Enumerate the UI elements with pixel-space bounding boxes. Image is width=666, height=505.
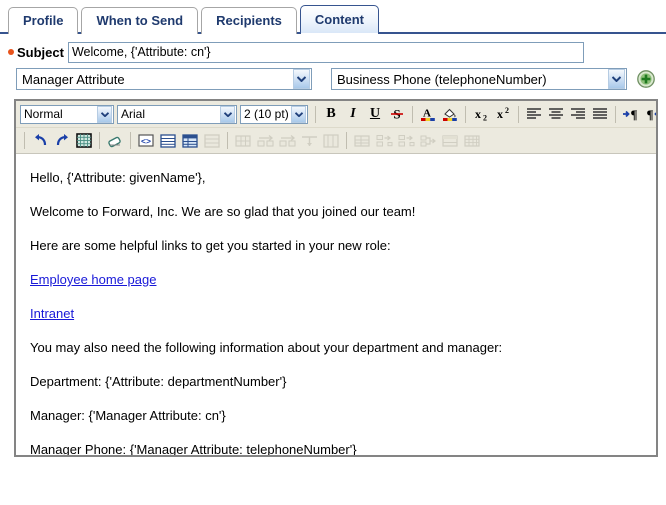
tab-recipients-label: Recipients: [216, 13, 282, 28]
subscript-button[interactable]: x 2: [470, 104, 492, 125]
split-column-button[interactable]: [417, 130, 439, 151]
content-line: Here are some helpful links to get you s…: [30, 238, 391, 253]
tab-content-label: Content: [314, 12, 364, 27]
table-row-button[interactable]: [439, 130, 461, 151]
green-plus-icon[interactable]: [637, 70, 655, 88]
content-line: Hello, {'Attribute: givenName'},: [30, 170, 206, 185]
svg-text:<>: <>: [141, 136, 151, 146]
toolbar-separator: [465, 105, 466, 123]
tab-when-to-send-label: When to Send: [96, 13, 184, 28]
delete-table-button[interactable]: [201, 130, 223, 151]
erase-formatting-button[interactable]: [104, 130, 126, 151]
intranet-link[interactable]: Intranet: [30, 306, 74, 321]
toolbar-separator: [518, 105, 519, 123]
insert-column-button[interactable]: [276, 130, 298, 151]
toolbar-row-2: <>: [16, 127, 656, 153]
align-right-button[interactable]: [567, 104, 589, 125]
tab-when-to-send[interactable]: When to Send: [81, 7, 199, 34]
tab-profile-label: Profile: [23, 13, 64, 28]
toolbar-separator: [412, 105, 413, 123]
svg-text:2: 2: [505, 106, 509, 115]
undo-button[interactable]: [29, 130, 51, 151]
toolbar-separator: [24, 132, 25, 149]
svg-text:x: x: [475, 107, 481, 121]
split-cell-button[interactable]: [320, 130, 342, 151]
italic-button[interactable]: I: [342, 104, 364, 125]
merge-cells-button[interactable]: [298, 130, 320, 151]
svg-text:¶: ¶: [646, 107, 653, 121]
attribute-source-select-value: Manager Attribute: [22, 71, 125, 87]
delete-column-button[interactable]: [395, 130, 417, 151]
attribute-field-select-value: Business Phone (telephoneNumber): [337, 71, 547, 87]
superscript-button[interactable]: x 2: [492, 104, 514, 125]
redo-button[interactable]: [51, 130, 73, 151]
content-line: Manager Phone: {'Manager Attribute: tele…: [30, 442, 357, 457]
show-grid-button[interactable]: [73, 130, 95, 151]
chevron-down-icon: [220, 105, 235, 123]
font-size-value: 2 (10 pt): [244, 107, 289, 121]
insert-table-button[interactable]: [157, 130, 179, 151]
subject-input[interactable]: [67, 41, 584, 63]
tab-profile[interactable]: Profile: [8, 7, 79, 34]
toolbar-separator: [130, 132, 131, 149]
employee-home-page-link[interactable]: Employee home page: [30, 272, 156, 287]
svg-text:¶: ¶: [630, 107, 637, 121]
text-direction-rtl-button[interactable]: ¶: [642, 104, 656, 125]
bold-button[interactable]: B: [320, 104, 342, 125]
subject-label: Subject: [17, 44, 64, 60]
source-code-button[interactable]: <>: [135, 130, 157, 151]
text-direction-ltr-button[interactable]: ¶: [620, 104, 642, 125]
tab-bar: Profile When to Send Recipients Content: [0, 0, 666, 36]
underline-button[interactable]: U: [364, 104, 386, 125]
delete-row-button[interactable]: [373, 130, 395, 151]
table-cell-button[interactable]: [461, 130, 483, 151]
rich-text-editor: Normal Arial 2 (10 pt) B I U S A x 2 x 2…: [14, 99, 658, 457]
tab-content[interactable]: Content: [299, 5, 379, 36]
editor-toolbar: Normal Arial 2 (10 pt) B I U S A x 2 x 2…: [16, 101, 656, 154]
align-justify-button[interactable]: [589, 104, 611, 125]
chevron-down-icon: [97, 105, 112, 123]
toolbar-row-1: Normal Arial 2 (10 pt) B I U S A x 2 x 2…: [16, 101, 656, 127]
paragraph-style-select[interactable]: Normal: [20, 104, 114, 124]
font-family-select[interactable]: Arial: [117, 104, 237, 124]
svg-text:x: x: [497, 107, 503, 121]
svg-text:A: A: [423, 108, 431, 120]
chevron-down-icon: [608, 69, 625, 89]
attribute-picker-row: Manager Attribute Business Phone (teleph…: [0, 64, 666, 96]
insert-row-button[interactable]: [254, 130, 276, 151]
toolbar-separator: [315, 105, 316, 123]
align-center-button[interactable]: [545, 104, 567, 125]
table-properties-button[interactable]: [179, 130, 201, 151]
tab-list: Profile When to Send Recipients Content: [8, 0, 666, 36]
cell-properties-button[interactable]: [232, 130, 254, 151]
attribute-source-select[interactable]: Manager Attribute: [16, 68, 312, 90]
paragraph-style-value: Normal: [24, 107, 63, 121]
content-line-link: Employee home page: [30, 272, 656, 287]
tab-recipients[interactable]: Recipients: [201, 7, 297, 34]
attribute-field-select[interactable]: Business Phone (telephoneNumber): [331, 68, 627, 90]
font-family-value: Arial: [121, 107, 146, 121]
font-color-button[interactable]: A: [417, 104, 439, 125]
chevron-down-icon: [291, 105, 306, 123]
highlight-color-button[interactable]: [439, 104, 461, 125]
chevron-down-icon: [293, 69, 310, 89]
content-line: Department: {'Attribute: departmentNumbe…: [30, 374, 287, 389]
editor-content-area[interactable]: Hello, {'Attribute: givenName'}, Welcome…: [16, 154, 656, 457]
content-line: Manager: {'Manager Attribute: cn'}: [30, 408, 226, 423]
content-line: Welcome to Forward, Inc. We are so glad …: [30, 204, 416, 219]
toolbar-separator: [99, 132, 100, 149]
font-size-select[interactable]: 2 (10 pt): [240, 104, 308, 124]
content-line: You may also need the following informat…: [30, 340, 503, 355]
toolbar-separator: [346, 132, 347, 149]
toolbar-separator: [227, 132, 228, 149]
required-dot-icon: [8, 49, 14, 55]
svg-text:2: 2: [483, 114, 487, 123]
toolbar-separator: [615, 105, 616, 123]
align-left-button[interactable]: [523, 104, 545, 125]
row-properties-button[interactable]: [351, 130, 373, 151]
content-line-link: Intranet: [30, 306, 656, 321]
subject-row: Subject: [0, 34, 666, 64]
strikethrough-button[interactable]: S: [386, 104, 408, 125]
